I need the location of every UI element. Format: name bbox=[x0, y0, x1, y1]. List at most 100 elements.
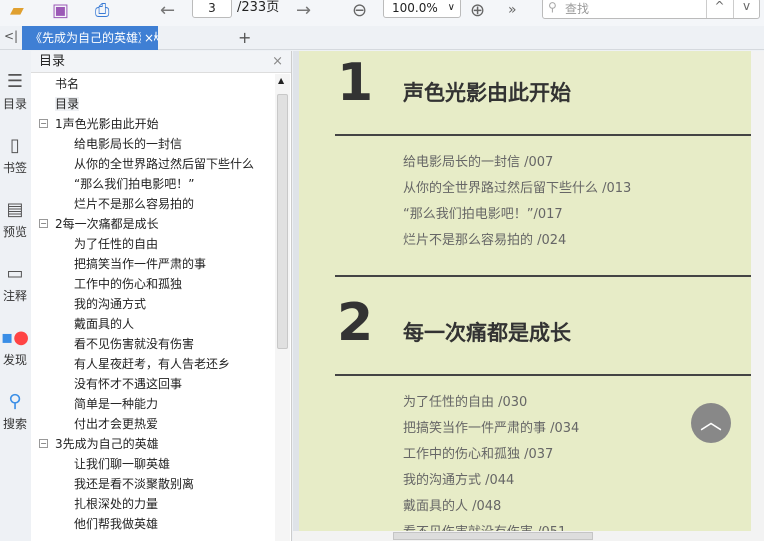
print-icon[interactable]: ⎙ bbox=[95, 0, 109, 21]
toc-item[interactable]: 他们帮我做英雄 bbox=[31, 514, 275, 534]
toc-close-button[interactable]: × bbox=[272, 51, 283, 73]
chapter-number: 1 bbox=[337, 53, 374, 113]
toc-item[interactable]: 烂片不是那么容易拍的 bbox=[31, 194, 275, 214]
toc-item[interactable]: 我的沟通方式 bbox=[31, 294, 275, 314]
toc-item-label: 烂片不是那么容易拍的 bbox=[74, 197, 195, 211]
toc-header: 目录 × bbox=[31, 51, 291, 73]
toc-item[interactable]: 给电影局长的一封信 bbox=[31, 134, 275, 154]
scrollbar-thumb[interactable] bbox=[277, 94, 288, 349]
save-icon[interactable]: ▣ bbox=[52, 0, 69, 21]
scroll-up-icon[interactable]: ▲ bbox=[278, 76, 284, 85]
toc-item-label: 1声色光影由此开始 bbox=[55, 117, 159, 131]
toc-item-label: “那么我们拍电影吧！” bbox=[74, 177, 195, 191]
toc-item[interactable]: 为了任性的自由 bbox=[31, 234, 275, 254]
next-page-icon[interactable]: → bbox=[296, 0, 311, 21]
toc-entry: 我的沟通方式 /044 bbox=[403, 473, 515, 488]
rail-label: 预览 bbox=[2, 225, 27, 239]
rail-label: 发现 bbox=[2, 353, 27, 367]
rail-item-toc[interactable]: ☰ 目录 bbox=[0, 69, 30, 112]
collapse-toggle-icon[interactable]: − bbox=[39, 439, 48, 448]
toc-item-label: 扎根深处的力量 bbox=[74, 497, 159, 511]
back-to-top-button[interactable]: ︿ bbox=[691, 403, 731, 443]
collapse-toggle-icon[interactable]: − bbox=[39, 219, 48, 228]
toc-item-label: 2每一次痛都是成长 bbox=[55, 217, 159, 231]
chapter-title: 每一次痛都是成长 bbox=[403, 321, 571, 345]
page-number-input[interactable]: 3 bbox=[192, 0, 232, 18]
toc-item[interactable]: 从你的全世界路过然后留下些什么 bbox=[31, 154, 275, 174]
tab-close-button[interactable]: × bbox=[140, 26, 154, 50]
toc-item[interactable]: 让我们聊一聊英雄 bbox=[31, 454, 275, 474]
toc-panel: 目录 × 书名 目录 −1声色光影由此开始 给电影局长的一封信 从你的全世界路过然后留下些… bbox=[31, 51, 292, 541]
document-horizontal-scrollbar[interactable] bbox=[293, 531, 764, 541]
toc-entry: 戴面具的人 /048 bbox=[403, 499, 502, 514]
toc-item-label: 为了任性的自由 bbox=[74, 237, 159, 251]
search-prev-button[interactable]: ^ bbox=[706, 0, 732, 18]
rail-item-preview[interactable]: ▤ 预览 bbox=[0, 197, 30, 240]
open-folder-icon[interactable]: ▰ bbox=[10, 0, 24, 21]
toc-entry: “那么我们拍电影吧！”/017 bbox=[403, 207, 563, 222]
toc-item[interactable]: 有人星夜赶考，有人告老还乡 bbox=[31, 354, 275, 374]
toc-item-label: 从你的全世界路过然后留下些什么 bbox=[74, 157, 255, 171]
rail-item-discover[interactable]: ▪● 发现 bbox=[0, 325, 30, 368]
toc-scrollbar[interactable]: ▲ bbox=[275, 74, 290, 541]
more-icon[interactable]: » bbox=[508, 0, 517, 20]
toc-entry: 把搞笑当作一件严肃的事 /034 bbox=[403, 421, 580, 436]
zoom-out-icon[interactable]: ⊖ bbox=[352, 0, 367, 21]
toc-icon: ☰ bbox=[6, 71, 24, 92]
toc-item[interactable]: 书名 bbox=[31, 74, 275, 94]
divider bbox=[335, 134, 751, 136]
toc-item-label: 我的沟通方式 bbox=[74, 297, 147, 311]
search-icon: ⚲ bbox=[548, 0, 557, 14]
search-icon: ⚲ bbox=[8, 391, 22, 412]
toc-item[interactable]: −2每一次痛都是成长 bbox=[31, 214, 275, 234]
scrollbar-thumb[interactable] bbox=[393, 532, 593, 540]
new-tab-button[interactable]: + bbox=[238, 28, 251, 47]
toc-item-label: 3先成为自己的英雄 bbox=[55, 437, 159, 451]
toc-item[interactable]: 没有怀才不遇这回事 bbox=[31, 374, 275, 394]
rail-item-bookmark[interactable]: ▯ 书签 bbox=[0, 133, 30, 176]
rail-label: 书签 bbox=[2, 161, 27, 175]
toc-entry: 烂片不是那么容易拍的 /024 bbox=[403, 233, 567, 248]
toc-item-label: 看不见伤害就没有伤害 bbox=[74, 337, 195, 351]
chapter-number: 2 bbox=[337, 293, 374, 353]
toc-item-label: 没有怀才不遇这回事 bbox=[74, 377, 183, 391]
search-next-button[interactable]: v bbox=[733, 0, 759, 18]
toc-item[interactable]: 看不见伤害就没有伤害 bbox=[31, 334, 275, 354]
annotation-icon: ▭ bbox=[6, 263, 24, 284]
toc-item[interactable]: −3先成为自己的英雄 bbox=[31, 434, 275, 454]
toc-item[interactable]: 扎根深处的力量 bbox=[31, 494, 275, 514]
tab-bar: <| 《先成为自己的英雄》大鹏[www× + bbox=[0, 26, 764, 50]
chapter-title: 声色光影由此开始 bbox=[403, 81, 571, 105]
toolbar: ▰ ▣ ⎙ ← 3 /233页 → ⊖ 100.0% ∨ ⊕ » ⚲ 查找 ^ v bbox=[0, 0, 764, 26]
rail-item-search[interactable]: ⚲ 搜索 bbox=[0, 389, 30, 432]
toc-title: 目录 bbox=[39, 54, 66, 69]
rail-label: 搜索 bbox=[2, 417, 27, 431]
prev-page-icon[interactable]: ← bbox=[160, 0, 175, 21]
search-box[interactable]: ⚲ 查找 ^ v bbox=[542, 0, 760, 19]
toc-item[interactable]: 戴面具的人 bbox=[31, 314, 275, 334]
toc-item[interactable]: 我还是看不淡聚散别离 bbox=[31, 474, 275, 494]
toc-tree: 书名 目录 −1声色光影由此开始 给电影局长的一封信 从你的全世界路过然后留下些什么 “那… bbox=[31, 74, 275, 534]
toc-item[interactable]: 目录 bbox=[31, 94, 275, 114]
toc-item[interactable]: −1声色光影由此开始 bbox=[31, 114, 275, 134]
toc-item-label: 付出才会更热爱 bbox=[74, 417, 159, 431]
rail-item-annotation[interactable]: ▭ 注释 bbox=[0, 261, 30, 304]
search-input[interactable]: 查找 bbox=[565, 0, 589, 17]
toc-item[interactable]: 工作中的伤心和孤独 bbox=[31, 274, 275, 294]
toc-item-label: 让我们聊一聊英雄 bbox=[74, 457, 171, 471]
page-total: /233页 bbox=[237, 0, 280, 15]
toc-item-label: 戴面具的人 bbox=[74, 317, 135, 331]
toc-item[interactable]: “那么我们拍电影吧！” bbox=[31, 174, 275, 194]
toc-entry: 工作中的伤心和孤独 /037 bbox=[403, 447, 554, 462]
zoom-select[interactable]: 100.0% ∨ bbox=[383, 0, 461, 18]
toc-item[interactable]: 付出才会更热爱 bbox=[31, 414, 275, 434]
collapse-panel-button[interactable]: <| bbox=[4, 29, 18, 43]
tab-document[interactable]: 《先成为自己的英雄》大鹏[www× bbox=[22, 26, 158, 50]
collapse-toggle-icon[interactable]: − bbox=[39, 119, 48, 128]
toc-entry: 给电影局长的一封信 /007 bbox=[403, 155, 554, 170]
document-vertical-scrollbar[interactable] bbox=[751, 51, 764, 531]
toc-item[interactable]: 把搞笑当作一件严肃的事 bbox=[31, 254, 275, 274]
toc-item[interactable]: 简单是一种能力 bbox=[31, 394, 275, 414]
toc-entry: 为了任性的自由 /030 bbox=[403, 395, 528, 410]
zoom-in-icon[interactable]: ⊕ bbox=[470, 0, 485, 21]
